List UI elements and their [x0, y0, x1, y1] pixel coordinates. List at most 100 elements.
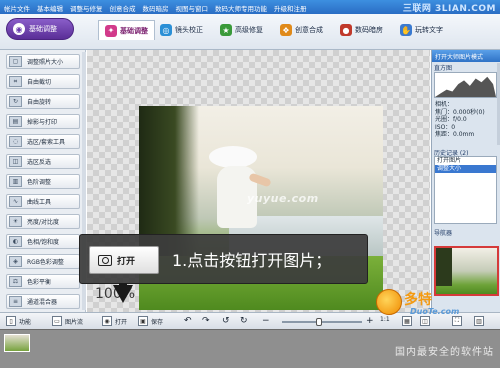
tool-crop[interactable]: ⌗ 自由截切	[6, 74, 80, 89]
basic-adjust-main-button[interactable]: ◉ 基础调整	[6, 18, 74, 40]
zoom-slider[interactable]	[282, 318, 362, 326]
info-camera: 相机：	[435, 101, 454, 108]
tooltip-arrow-icon	[113, 285, 133, 303]
save-button[interactable]: ▣ 保存	[138, 316, 163, 326]
photo-watermark: yuyue.com	[247, 192, 319, 205]
title-bar: 帐片文件 基本编辑 调整与修复 创意合成 数码暗房 视图与窗口 数码大师专用功能…	[0, 0, 500, 14]
filmstrip: 国内最安全的软件站	[0, 329, 500, 368]
rgb-icon: ◈	[9, 256, 22, 267]
selection-icon: ◫	[9, 156, 22, 167]
tool-label: 色阶调整	[27, 179, 52, 186]
wand-icon: ✦	[105, 24, 117, 37]
left-tool-panel: ▢ 调整照片大小 ⌗ 自由截切 ↻ 自由旋转 ▤ 掉影与打印 ◌ 选区/套索工具 ◫ 选区反…	[0, 50, 86, 312]
redo-button[interactable]: ↷	[202, 316, 210, 326]
tool-label: 调整照片大小	[27, 59, 64, 66]
menu-item-darkroom[interactable]: 数码暗房	[143, 3, 169, 13]
menu-item-view[interactable]: 视图与窗口	[176, 3, 209, 13]
navigator-label: 导航器	[434, 230, 453, 237]
history-list: 打开图片 调整大小	[434, 156, 497, 224]
tool-label: 选区/套索工具	[27, 139, 66, 146]
balance-icon: ⚖	[9, 276, 22, 287]
tool-curves[interactable]: ∿ 曲线工具	[6, 194, 80, 209]
function-button[interactable]: ▯ 功能	[6, 316, 31, 326]
logo-name: 多特	[404, 292, 432, 308]
zoom-out-icon: −	[262, 316, 270, 326]
tool-rgb[interactable]: ◈ RGB色彩调整	[6, 254, 80, 269]
tab-text-fun[interactable]: ✋ 玩转文字	[400, 20, 443, 40]
redo-icon: ↷	[202, 316, 210, 326]
tool-label: 色彩平衡	[27, 279, 52, 286]
tab-label: 创意合成	[295, 26, 323, 34]
filmstrip-thumbnail[interactable]	[4, 334, 30, 352]
tab-label: 玩转文字	[415, 26, 443, 34]
tool-label: RGB色彩调整	[27, 259, 64, 266]
site-watermark: 三联网 3LIAN.COM	[402, 4, 496, 14]
tab-creative-compose[interactable]: ❖ 创意合成	[280, 20, 323, 40]
menu-item-master[interactable]: 数码大师专用功能	[215, 3, 267, 13]
tool-levels[interactable]: ▥ 色阶调整	[6, 174, 80, 189]
tool-resize[interactable]: ▢ 调整照片大小	[6, 54, 80, 69]
tool-label: 自由旋转	[27, 99, 52, 106]
zoom-in-button[interactable]: +	[366, 316, 374, 326]
lasso-icon: ◌	[9, 136, 22, 147]
tool-brightness-contrast[interactable]: ☀ 亮度/对比度	[6, 214, 80, 229]
histogram	[434, 72, 497, 98]
menu-item-upgrade[interactable]: 升级和注册	[274, 3, 307, 13]
right-info-panel: 打开大师图片模式 直方图 相机： 焦门：0.000秒(0) 光圈：f/0.0 I…	[431, 50, 500, 312]
hand-icon: ✋	[400, 24, 412, 36]
history-item-selected[interactable]: 调整大小	[435, 165, 496, 173]
zoom-slider-knob[interactable]	[316, 318, 322, 326]
tool-label: 通道混合器	[27, 299, 58, 306]
tool-channel-mixer[interactable]: ≡ 通道混合器	[6, 294, 80, 309]
history-item[interactable]: 打开图片	[435, 157, 496, 165]
mixer-icon: ≡	[9, 296, 22, 307]
tool-hue-saturation[interactable]: ◐ 色相/饱和度	[6, 234, 80, 249]
filmstrip-button[interactable]: ▭ 图片流	[52, 316, 83, 326]
rotate-left-button[interactable]: ↺	[222, 316, 230, 326]
camera-icon: ◉	[102, 316, 112, 326]
menu-item-compose[interactable]: 创意合成	[110, 3, 136, 13]
info-focal: 焦距：0.0mm	[435, 131, 475, 139]
right-panel-header: 打开大师图片模式	[432, 50, 500, 62]
open-button[interactable]: ◉ 打开	[102, 316, 127, 326]
levels-icon: ▥	[9, 176, 22, 187]
photo-hat	[209, 146, 257, 168]
tool-print[interactable]: ▤ 掉影与打印	[6, 114, 80, 129]
camera-icon: ◉	[13, 23, 25, 35]
menu-item-adjust[interactable]: 调整与修复	[70, 3, 103, 13]
resize-icon: ▢	[9, 56, 22, 67]
rotate-right-button[interactable]: ↻	[240, 316, 248, 326]
rotate-icon: ↻	[9, 96, 22, 107]
tab-label: 数码暗房	[355, 26, 383, 34]
tool-invert-selection[interactable]: ◫ 选区反选	[6, 154, 80, 169]
bottom-label: 功能	[19, 318, 32, 326]
panel-icon: ▯	[6, 316, 16, 326]
bottom-label: 保存	[151, 318, 164, 326]
tool-color-balance[interactable]: ⚖ 色彩平衡	[6, 274, 80, 289]
tab-digital-darkroom[interactable]: ● 数码暗房	[340, 20, 383, 40]
tooltip-text: 1.点击按钮打开图片；	[172, 251, 332, 270]
brightness-icon: ☀	[9, 216, 22, 227]
tab-lens-correction[interactable]: ◎ 镜头校正	[160, 20, 203, 40]
tab-basic-adjust[interactable]: ✦ 基础调整	[98, 20, 155, 40]
tool-lasso[interactable]: ◌ 选区/套索工具	[6, 134, 80, 149]
lens-icon: ◎	[160, 24, 172, 36]
tool-rotate[interactable]: ↻ 自由旋转	[6, 94, 80, 109]
tool-label: 自由截切	[27, 79, 52, 86]
drop-icon: ●	[340, 24, 352, 36]
tab-label: 基础调整	[120, 26, 148, 35]
menu-item-file[interactable]: 帐片文件	[4, 3, 30, 13]
zoom-out-button[interactable]: −	[262, 316, 270, 326]
tooltip-open-button[interactable]: 打开	[89, 246, 159, 274]
undo-button[interactable]: ↶	[184, 316, 192, 326]
tutorial-tooltip: 打开 1.点击按钮打开图片；	[79, 234, 368, 284]
tool-label: 色相/饱和度	[27, 239, 60, 246]
tool-label: 曲线工具	[27, 199, 52, 206]
logo-url: DuoTe.com	[410, 307, 460, 316]
logo-circle-icon	[376, 289, 402, 315]
main-button-label: 基础调整	[29, 25, 57, 33]
tab-advanced-repair[interactable]: ★ 高级修复	[220, 20, 263, 40]
tooltip-button-label: 打开	[117, 256, 136, 267]
menu-item-edit[interactable]: 基本编辑	[37, 3, 63, 13]
tab-label: 镜头校正	[175, 26, 203, 34]
